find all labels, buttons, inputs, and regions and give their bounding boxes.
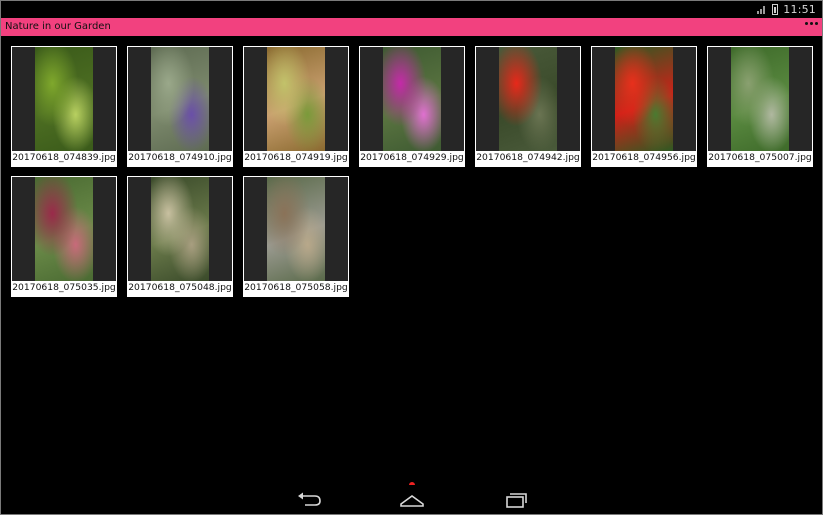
photo-thumbnail [708, 47, 812, 151]
overflow-menu-icon[interactable] [805, 22, 818, 25]
photo-tile[interactable]: 20170618_075048.jpg [127, 176, 233, 297]
photo-thumbnail [592, 47, 696, 151]
photo-image-poppy [499, 47, 557, 151]
photo-tile[interactable]: 20170618_074910.jpg [127, 46, 233, 167]
photo-image-acanthus [731, 47, 789, 151]
photo-image-cordyline [35, 177, 93, 281]
photo-filename: 20170618_074942.jpg [476, 152, 580, 163]
photo-filename: 20170618_074929.jpg [360, 152, 464, 163]
photo-image-lavender [151, 47, 209, 151]
photo-image-maple [267, 47, 325, 151]
photo-filename: 20170618_074956.jpg [592, 152, 696, 163]
photo-image-poppies [615, 47, 673, 151]
photo-filename: 20170618_074910.jpg [128, 152, 232, 163]
photo-thumbnail [360, 47, 464, 151]
navigation-bar [1, 482, 822, 514]
photo-filename: 20170618_075035.jpg [12, 282, 116, 293]
photo-tile[interactable]: 20170618_074919.jpg [243, 46, 349, 167]
photo-filename: 20170618_075007.jpg [708, 152, 812, 163]
photo-thumbnail [128, 47, 232, 151]
photo-image-stone-lantern [151, 177, 209, 281]
photo-thumbnail [244, 177, 348, 281]
notification-dot [409, 482, 415, 485]
photo-filename: 20170618_074839.jpg [12, 152, 116, 163]
photo-image-bamboo [35, 47, 93, 151]
photo-tile[interactable]: 20170618_075007.jpg [707, 46, 813, 167]
photo-filename: 20170618_074919.jpg [244, 152, 348, 163]
photo-tile[interactable]: 20170618_075035.jpg [11, 176, 117, 297]
photo-tile[interactable]: 20170618_075058.jpg [243, 176, 349, 297]
photo-thumbnail [128, 177, 232, 281]
back-icon[interactable] [294, 488, 324, 510]
photo-tile[interactable]: 20170618_074956.jpg [591, 46, 697, 167]
photo-filename: 20170618_075058.jpg [244, 282, 348, 293]
photo-image-tree-stump [267, 177, 325, 281]
signal-icon [757, 4, 767, 14]
photo-tile[interactable]: 20170618_074929.jpg [359, 46, 465, 167]
photo-thumbnail [12, 47, 116, 151]
photo-thumbnail [476, 47, 580, 151]
app-title: Nature in our Garden [5, 21, 111, 32]
app-bar: Nature in our Garden [1, 18, 822, 36]
photo-image-sweet-pea [383, 47, 441, 151]
recents-icon[interactable] [501, 488, 531, 510]
photo-thumbnail [12, 177, 116, 281]
photo-filename: 20170618_075048.jpg [128, 282, 232, 293]
status-clock: 11:51 [783, 2, 816, 16]
home-icon[interactable] [397, 488, 427, 510]
battery-icon [772, 3, 779, 15]
photo-tile[interactable]: 20170618_074839.jpg [11, 46, 117, 167]
photo-tile[interactable]: 20170618_074942.jpg [475, 46, 581, 167]
status-bar: 11:51 [1, 1, 822, 17]
photo-thumbnail [244, 47, 348, 151]
